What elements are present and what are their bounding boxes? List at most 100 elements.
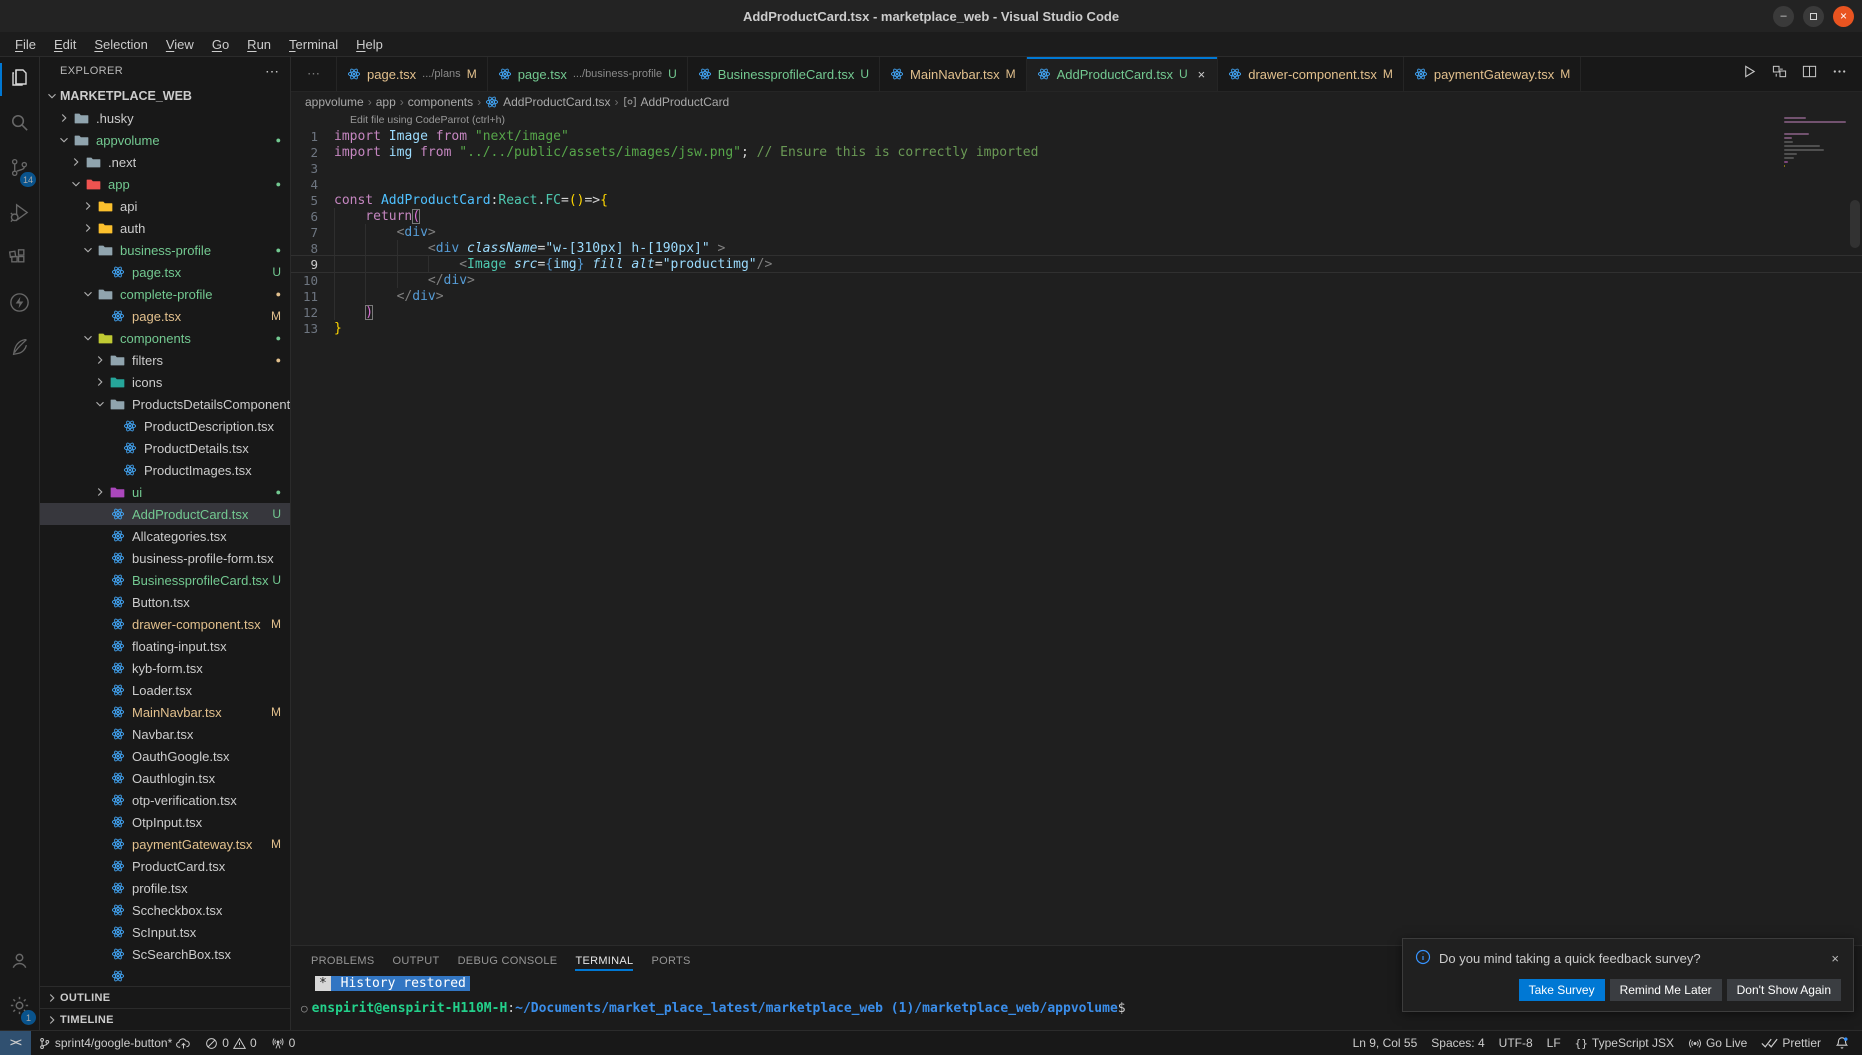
split-editor-button[interactable] bbox=[1796, 61, 1822, 87]
tree-item-marketplace-web[interactable]: MARKETPLACE_WEB bbox=[40, 85, 290, 107]
menu-file[interactable]: File bbox=[6, 35, 45, 54]
status-notifications[interactable] bbox=[1828, 1031, 1856, 1055]
status-prettier[interactable]: Prettier bbox=[1754, 1031, 1828, 1055]
code-editor[interactable]: Edit file using CodeParrot (ctrl+h) 1imp… bbox=[291, 112, 1862, 945]
panel-tab-debug-console[interactable]: DEBUG CONSOLE bbox=[450, 950, 566, 971]
close-icon[interactable]: × bbox=[1196, 67, 1208, 82]
close-button[interactable]: × bbox=[1833, 6, 1854, 27]
tree-item-productimages.tsx[interactable]: ProductImages.tsx bbox=[40, 459, 290, 481]
status-indentation[interactable]: Spaces: 4 bbox=[1424, 1031, 1491, 1055]
tree-item-kyb-form.tsx[interactable]: kyb-form.tsx bbox=[40, 657, 290, 679]
breadcrumb-item[interactable]: AddProductCard.tsx bbox=[485, 95, 610, 109]
tree-item-app[interactable]: app● bbox=[40, 173, 290, 195]
tree-item-business-profile-form.tsx[interactable]: business-profile-form.tsx bbox=[40, 547, 290, 569]
tree-item-loader.tsx[interactable]: Loader.tsx bbox=[40, 679, 290, 701]
tree-item-navbar.tsx[interactable]: Navbar.tsx bbox=[40, 723, 290, 745]
tree-item-page.tsx[interactable]: page.tsxU bbox=[40, 261, 290, 283]
editor-scrollbar-thumb[interactable] bbox=[1850, 200, 1860, 248]
code-line-2[interactable]: 2import img from "../../public/assets/im… bbox=[291, 144, 1862, 160]
tree-item-icons[interactable]: icons bbox=[40, 371, 290, 393]
explorer-more-actions-icon[interactable]: ⋯ bbox=[265, 63, 280, 80]
maximize-button[interactable] bbox=[1803, 6, 1824, 27]
tree-item-ui[interactable]: ui● bbox=[40, 481, 290, 503]
tab-businessprofilecard.tsx[interactable]: BusinessprofileCard.tsx U bbox=[688, 57, 880, 91]
status-go-live[interactable]: Go Live bbox=[1681, 1031, 1754, 1055]
tree-item-floating-input.tsx[interactable]: floating-input.tsx bbox=[40, 635, 290, 657]
menu-edit[interactable]: Edit bbox=[45, 35, 85, 54]
activity-settings[interactable]: 1 bbox=[0, 985, 39, 1030]
status-language-mode[interactable]: {}TypeScript JSX bbox=[1568, 1031, 1681, 1055]
tree-item-mainnavbar.tsx[interactable]: MainNavbar.tsxM bbox=[40, 701, 290, 723]
remote-indicator[interactable]: >< bbox=[0, 1031, 31, 1055]
code-line-10[interactable]: 10</div> bbox=[291, 272, 1862, 288]
status-cursor-position[interactable]: Ln 9, Col 55 bbox=[1346, 1031, 1425, 1055]
breadcrumb-item[interactable]: AddProductCard bbox=[623, 95, 730, 109]
tree-item-filters[interactable]: filters● bbox=[40, 349, 290, 371]
section-timeline[interactable]: TIMELINE bbox=[40, 1008, 290, 1030]
tree-item-oauthlogin.tsx[interactable]: Oauthlogin.tsx bbox=[40, 767, 290, 789]
tree-item-productcard.tsx[interactable]: ProductCard.tsx bbox=[40, 855, 290, 877]
tab-paymentgateway.tsx[interactable]: paymentGateway.tsx M bbox=[1404, 57, 1581, 91]
status-git-branch[interactable]: sprint4/google-button* bbox=[31, 1031, 198, 1055]
activity-source-control[interactable]: 14 bbox=[0, 147, 39, 192]
tree-item-components[interactable]: components● bbox=[40, 327, 290, 349]
run-code-button[interactable] bbox=[1736, 61, 1762, 87]
activity-run-debug[interactable] bbox=[0, 192, 39, 237]
activity-explorer[interactable] bbox=[0, 57, 39, 102]
open-changes-button[interactable] bbox=[1766, 61, 1792, 87]
code-line-1[interactable]: 1import Image from "next/image" bbox=[291, 128, 1862, 144]
tab-page.tsx[interactable]: page.tsx .../business-profile U bbox=[488, 57, 688, 91]
tree-item-drawer-component.tsx[interactable]: drawer-component.tsxM bbox=[40, 613, 290, 635]
remind-me-later-button[interactable]: Remind Me Later bbox=[1610, 979, 1722, 1001]
take-survey-button[interactable]: Take Survey bbox=[1519, 979, 1605, 1001]
status-eol[interactable]: LF bbox=[1540, 1031, 1568, 1055]
tree-item-sccheckbox.tsx[interactable]: Sccheckbox.tsx bbox=[40, 899, 290, 921]
tree-item-addproductcard.tsx[interactable]: AddProductCard.tsxU bbox=[40, 503, 290, 525]
breadcrumb-item[interactable]: appvolume bbox=[305, 95, 364, 109]
status-problems[interactable]: 00 bbox=[198, 1031, 263, 1055]
tree-item-appvolume[interactable]: appvolume● bbox=[40, 129, 290, 151]
tree-item-scinput.tsx[interactable]: ScInput.tsx bbox=[40, 921, 290, 943]
panel-tab-problems[interactable]: PROBLEMS bbox=[303, 950, 383, 971]
code-line-5[interactable]: 5const AddProductCard:React.FC=()=>{ bbox=[291, 192, 1862, 208]
code-line-6[interactable]: 6return( bbox=[291, 208, 1862, 224]
activity-accounts[interactable] bbox=[0, 940, 39, 985]
tree-item-productdescription.tsx[interactable]: ProductDescription.tsx bbox=[40, 415, 290, 437]
menu-view[interactable]: View bbox=[157, 35, 203, 54]
tree-item-productdetails.tsx[interactable]: ProductDetails.tsx bbox=[40, 437, 290, 459]
don-t-show-again-button[interactable]: Don't Show Again bbox=[1727, 979, 1841, 1001]
menu-help[interactable]: Help bbox=[347, 35, 392, 54]
activity-extensions[interactable] bbox=[0, 237, 39, 282]
code-line-7[interactable]: 7<div> bbox=[291, 224, 1862, 240]
tab-addproductcard.tsx[interactable]: AddProductCard.tsx U × bbox=[1027, 57, 1219, 91]
tree-item-productsdetailscomponents[interactable]: ProductsDetailsComponents bbox=[40, 393, 290, 415]
code-line-11[interactable]: 11</div> bbox=[291, 288, 1862, 304]
minimap[interactable] bbox=[1784, 117, 1846, 169]
panel-tab-output[interactable]: OUTPUT bbox=[385, 950, 448, 971]
tree-item-button.tsx[interactable]: Button.tsx bbox=[40, 591, 290, 613]
tab-page.tsx[interactable]: page.tsx .../plans M bbox=[337, 57, 488, 91]
status-encoding[interactable]: UTF-8 bbox=[1492, 1031, 1540, 1055]
panel-tab-terminal[interactable]: TERMINAL bbox=[567, 950, 641, 971]
tree-item-scsearchbox.tsx[interactable]: ScSearchBox.tsx bbox=[40, 943, 290, 965]
code-line-8[interactable]: 8<div className="w-[310px] h-[190px]" > bbox=[291, 240, 1862, 256]
tree-item-.next[interactable]: .next bbox=[40, 151, 290, 173]
section-outline[interactable]: OUTLINE bbox=[40, 986, 290, 1008]
activity-quill-extension[interactable] bbox=[0, 327, 39, 372]
tab-mainnavbar.tsx[interactable]: MainNavbar.tsx M bbox=[880, 57, 1027, 91]
tree-item-profile.tsx[interactable]: profile.tsx bbox=[40, 877, 290, 899]
tree-item-business-profile[interactable]: business-profile● bbox=[40, 239, 290, 261]
codelens-hint[interactable]: Edit file using CodeParrot (ctrl+h) bbox=[350, 114, 1862, 126]
code-line-3[interactable]: 3 bbox=[291, 160, 1862, 176]
menu-selection[interactable]: Selection bbox=[85, 35, 156, 54]
tree-item-paymentgateway.tsx[interactable]: paymentGateway.tsxM bbox=[40, 833, 290, 855]
code-line-4[interactable]: 4 bbox=[291, 176, 1862, 192]
code-line-12[interactable]: 12) bbox=[291, 304, 1862, 320]
tree-item[interactable] bbox=[40, 965, 290, 986]
tree-item-.husky[interactable]: .husky bbox=[40, 107, 290, 129]
tab-drawer-component.tsx[interactable]: drawer-component.tsx M bbox=[1218, 57, 1404, 91]
tree-item-otp-verification.tsx[interactable]: otp-verification.tsx bbox=[40, 789, 290, 811]
activity-search[interactable] bbox=[0, 102, 39, 147]
minimize-button[interactable]: – bbox=[1773, 6, 1794, 27]
tree-item-oauthgoogle.tsx[interactable]: OauthGoogle.tsx bbox=[40, 745, 290, 767]
